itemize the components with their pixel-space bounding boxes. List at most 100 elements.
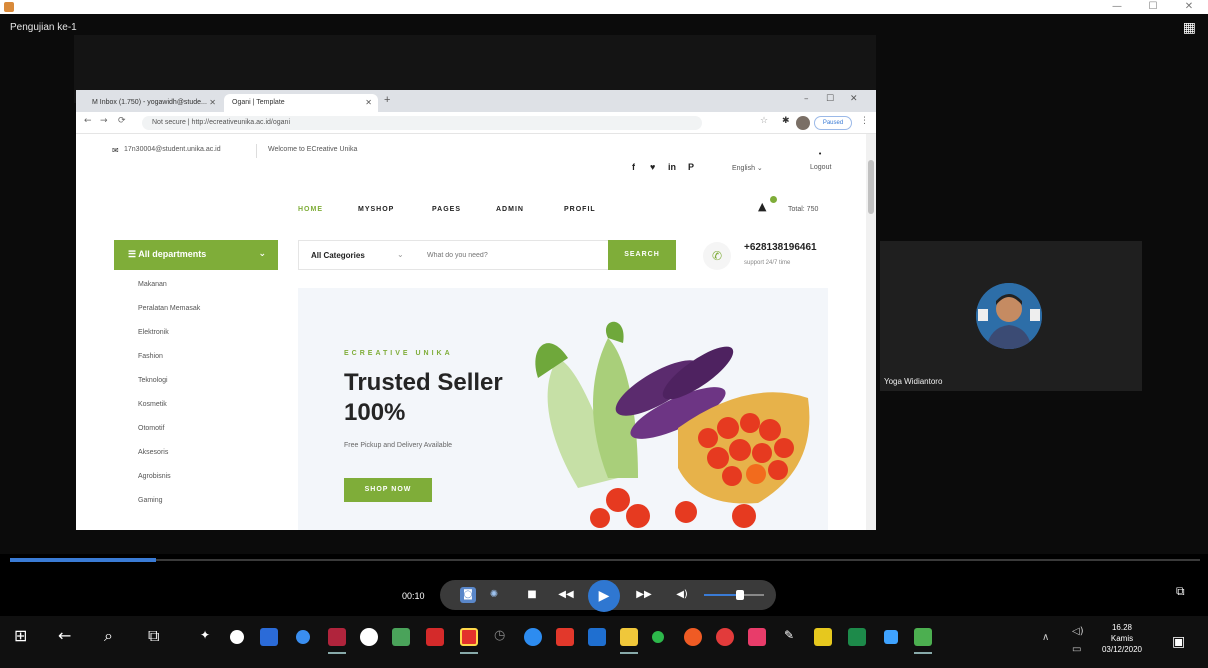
task-view-icon[interactable]: ⧉ [148,626,159,646]
app-icon[interactable] [392,628,410,646]
back-icon[interactable]: ← [84,116,92,126]
pinterest-icon[interactable]: P [688,162,694,172]
cart-icon[interactable]: ▲ [758,200,766,213]
language-select[interactable]: English ⌄ [732,164,763,172]
browser-minimize-icon[interactable]: – [804,94,809,104]
browser-close-icon[interactable]: ✕ [850,94,858,104]
nav-home[interactable]: HOME [298,206,323,213]
category-select[interactable]: All Categories [311,251,365,260]
extensions-icon[interactable]: ✱ [782,116,790,126]
app-icon[interactable] [848,628,866,646]
app-icon[interactable] [884,630,898,644]
twitter-icon[interactable]: ♥ [650,162,655,172]
media-player-icon[interactable] [460,628,478,646]
close-tab-icon[interactable]: ✕ [209,98,216,107]
browser-tab-ogani[interactable]: Ogani | Template ✕ [224,94,378,112]
nav-pages[interactable]: PAGES [432,206,461,213]
browser-maximize-icon[interactable]: ☐ [826,94,834,104]
search-button[interactable]: SEARCH [608,240,676,270]
reload-icon[interactable]: ⟳ [118,116,126,126]
playback-time: 00:10 [402,591,425,601]
header-email: 17n30004@student.unika.ac.id [124,146,221,153]
nav-admin[interactable]: ADMIN [496,206,524,213]
clock-app-icon[interactable]: ◷ [494,628,505,643]
star-icon[interactable]: ☆ [760,116,768,126]
forward-icon[interactable]: → [100,116,108,126]
profile-avatar[interactable] [796,116,810,130]
nav-myshop[interactable]: MYSHOP [358,206,394,213]
browser-menu-icon[interactable]: ⋮ [860,116,869,126]
browser-scrollbar-thumb[interactable] [868,160,874,214]
department-item[interactable]: Makanan [114,278,278,302]
tray-chevron-up-icon[interactable]: ∧ [1042,632,1049,643]
all-departments-button[interactable]: ☰ All departments ⌄ [114,240,278,270]
stop-icon[interactable]: ■ [524,587,540,603]
app-icon[interactable] [260,628,278,646]
rewind-icon[interactable]: ◀◀ [558,587,574,603]
play-button[interactable]: ▶ [588,580,620,612]
search-icon[interactable]: ⌕ [104,626,113,646]
network-icon[interactable]: ▭ [1072,644,1081,655]
app-icon[interactable] [296,630,310,644]
department-item[interactable]: Elektronik [114,326,278,350]
minimize-button[interactable]: — [1102,0,1132,14]
shop-now-button[interactable]: SHOP NOW [344,478,432,502]
fast-forward-icon[interactable]: ▶▶ [636,587,652,603]
department-item[interactable]: Otomotif [114,422,278,446]
close-tab-icon[interactable]: ✕ [365,98,372,107]
maximize-button[interactable]: ☐ [1138,0,1168,14]
linkedin-icon[interactable]: in [668,162,676,172]
nav-profil[interactable]: PROFIL [564,206,596,213]
app-icon[interactable] [588,628,606,646]
department-item[interactable]: Peralatan Memasak [114,302,278,326]
back-icon[interactable]: ← [58,626,71,645]
app-icon[interactable] [652,631,664,643]
browser-tab-gmail[interactable]: M Inbox (1.750) - yogawidh@stude... ✕ [84,94,222,112]
search-input[interactable] [427,247,587,263]
app-icon[interactable] [716,628,734,646]
avatar [976,283,1042,349]
app-icon[interactable] [814,628,832,646]
app-icon[interactable] [748,628,766,646]
app-icon[interactable] [230,630,244,644]
department-item[interactable]: Agrobisnis [114,470,278,494]
volume-icon[interactable]: ◀) [674,587,690,603]
pin-icon[interactable]: ✦ [200,628,210,642]
address-bar[interactable]: Not secure | http://ecreativeunika.ac.id… [142,116,702,130]
profile-status-badge[interactable]: Paused [814,116,852,130]
department-item[interactable]: Teknologi [114,374,278,398]
seek-bar-progress [10,558,156,562]
captions-icon[interactable]: ◙ [460,587,476,603]
grid-icon[interactable]: ▦ [1183,20,1196,36]
department-item[interactable]: Gaming [114,494,278,518]
seek-bar[interactable] [10,559,1200,561]
close-button[interactable]: ✕ [1174,0,1204,14]
app-icon[interactable] [524,628,542,646]
system-clock[interactable]: 16.28 Kamis 03/12/2020 [1100,622,1144,655]
participant-tile[interactable]: Yoga Widiantoro [880,241,1142,391]
department-item[interactable]: Aksesoris [114,446,278,470]
app-icon[interactable] [328,628,346,646]
facebook-icon[interactable]: f [632,162,635,172]
settings-icon[interactable]: ✺ [486,587,502,603]
app-icon[interactable] [556,628,574,646]
app-icon[interactable] [914,628,932,646]
fullscreen-icon[interactable]: ⧉ [1176,584,1185,599]
clock-date: 03/12/2020 [1101,645,1143,654]
notification-icon[interactable]: ▣ [1172,634,1185,650]
speaker-icon[interactable]: ◁) [1072,626,1084,637]
chrome-icon[interactable] [360,628,378,646]
file-explorer-icon[interactable] [620,628,638,646]
logout-link[interactable]: Logout [810,164,831,171]
start-icon[interactable]: ⊞ [14,626,27,645]
department-item[interactable]: Fashion [114,350,278,374]
phone-icon: ✆ [703,242,731,270]
volume-knob[interactable] [736,590,744,600]
hero-kicker: ECREATIVE UNIKA [344,350,453,357]
pdf-icon[interactable] [426,628,444,646]
department-item[interactable]: Kosmetik [114,398,278,422]
new-tab-button[interactable]: + [384,94,390,106]
chevron-down-icon[interactable]: ⌄ [397,250,404,259]
app-icon[interactable]: ✎ [784,628,794,642]
app-icon[interactable] [684,628,702,646]
